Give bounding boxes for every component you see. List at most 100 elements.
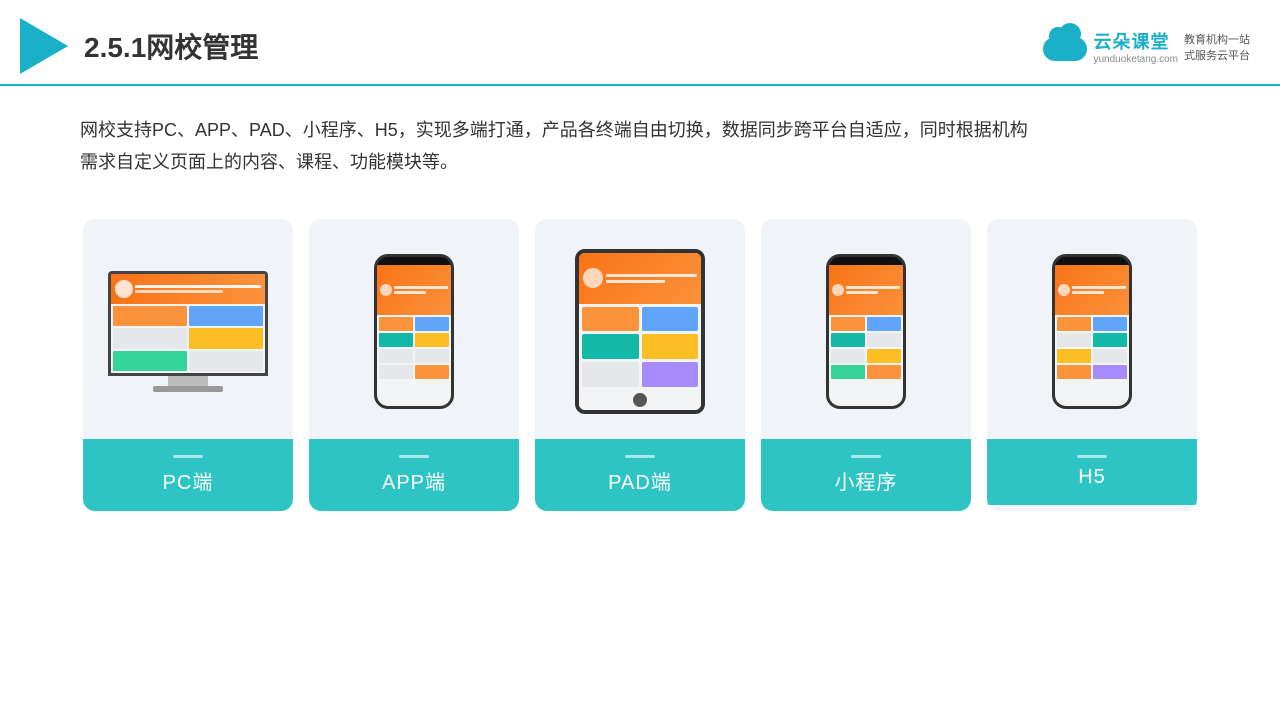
h5-tile1	[1057, 317, 1091, 331]
pad-card3	[582, 334, 639, 359]
card-pad-label: PAD端	[535, 439, 745, 511]
mini-phone-screen-body	[829, 315, 903, 381]
page-title: 2.5.1网校管理	[84, 26, 258, 66]
pad-card5	[582, 362, 639, 387]
app-header-icon	[380, 284, 392, 296]
h5-phone-notch	[1078, 257, 1106, 263]
card-app-label: APP端	[309, 439, 519, 511]
pad-card6	[642, 362, 699, 387]
pad-card1	[582, 307, 639, 332]
h5-row1	[1057, 317, 1127, 331]
h5-header-text	[1072, 286, 1126, 294]
app-phone-body	[374, 254, 454, 409]
header-left: 2.5.1网校管理	[20, 18, 258, 74]
mini-phone-mockup	[826, 254, 906, 409]
card-h5-image	[987, 219, 1197, 439]
app-phone-screen-header	[377, 265, 451, 314]
pc-screen-body	[111, 304, 265, 373]
pc-stand	[168, 376, 208, 386]
pad-card4	[642, 334, 699, 359]
pad-tablet-header	[579, 253, 701, 303]
card-pc-image	[83, 219, 293, 439]
pc-card4	[189, 328, 263, 348]
brand-logo: 云朵课堂 yunduoketang.com 教育机构一站式服务云平台	[1043, 28, 1250, 65]
pc-card3	[113, 328, 187, 348]
pc-screen-inner	[111, 274, 265, 373]
h5-text-line2	[1072, 291, 1104, 294]
mini-tile6	[867, 349, 901, 363]
pc-card5	[113, 351, 187, 371]
pc-header-text	[135, 285, 261, 293]
app-phone-notch	[400, 257, 428, 263]
h5-text-line1	[1072, 286, 1126, 289]
h5-tile4	[1093, 333, 1127, 347]
card-mini-label: 小程序	[761, 439, 971, 511]
app-row1	[379, 317, 449, 331]
app-tile7	[379, 365, 413, 379]
pad-text-line2	[606, 280, 665, 283]
app-tile5	[379, 349, 413, 363]
description-text: 网校支持PC、APP、PAD、小程序、H5，实现多端打通，产品各终端自由切换，数…	[0, 86, 1280, 189]
mini-phone-screen	[829, 265, 903, 406]
pad-header-text	[606, 274, 697, 283]
mini-header-icon	[832, 284, 844, 296]
pc-text-line2	[135, 290, 223, 293]
app-tile4	[415, 333, 449, 347]
pc-screen-header	[111, 274, 265, 304]
cloud-icon	[1043, 31, 1087, 61]
app-tile6	[415, 349, 449, 363]
app-row2	[379, 333, 449, 347]
pc-text-line	[135, 285, 261, 288]
app-text-line1	[394, 286, 448, 289]
pc-screen	[108, 271, 268, 376]
description-line2: 需求自定义页面上的内容、课程、功能模块等。	[80, 152, 458, 172]
h5-phone-screen	[1055, 265, 1129, 406]
pad-tablet-mockup	[575, 249, 705, 414]
mini-tile3	[831, 333, 865, 347]
mini-header-text	[846, 286, 900, 294]
app-text-line2	[394, 291, 426, 294]
h5-tile5	[1057, 349, 1091, 363]
pc-avatar	[115, 280, 133, 298]
card-pad: PAD端	[535, 219, 745, 511]
h5-tile6	[1093, 349, 1127, 363]
h5-tile3	[1057, 333, 1091, 347]
app-tile3	[379, 333, 413, 347]
brand-tagline: 教育机构一站式服务云平台	[1184, 31, 1250, 63]
description-line1: 网校支持PC、APP、PAD、小程序、H5，实现多端打通，产品各终端自由切换，数…	[80, 120, 1028, 140]
h5-phone-body	[1052, 254, 1132, 409]
header-right: 云朵课堂 yunduoketang.com 教育机构一站式服务云平台	[1043, 28, 1250, 65]
brand-url: yunduoketang.com	[1093, 54, 1178, 65]
mini-tile8	[867, 365, 901, 379]
h5-phone-screen-header	[1055, 265, 1129, 314]
mini-tile1	[831, 317, 865, 331]
pad-tablet-body	[575, 249, 705, 414]
mini-phone-notch	[852, 257, 880, 263]
cloud-shape	[1043, 37, 1087, 61]
pad-home-btn	[633, 393, 647, 407]
h5-phone-screen-body	[1055, 315, 1129, 381]
page-header: 2.5.1网校管理 云朵课堂 yunduoketang.com 教育机构一站式服…	[0, 0, 1280, 86]
mini-text-line2	[846, 291, 878, 294]
pc-card1	[113, 306, 187, 326]
card-app-image	[309, 219, 519, 439]
pad-header-icon	[583, 268, 603, 288]
logo-triangle-icon	[20, 18, 68, 74]
pad-card2	[642, 307, 699, 332]
h5-row2	[1057, 333, 1127, 347]
mini-text-line1	[846, 286, 900, 289]
app-phone-screen-body	[377, 315, 451, 381]
pad-text-line1	[606, 274, 697, 277]
mini-row2	[831, 333, 901, 347]
app-tile2	[415, 317, 449, 331]
app-tile1	[379, 317, 413, 331]
mini-row1	[831, 317, 901, 331]
pc-card6	[189, 351, 263, 371]
app-phone-mockup	[374, 254, 454, 409]
cards-container: PC端	[0, 189, 1280, 531]
h5-row3	[1057, 349, 1127, 363]
pc-base	[153, 386, 223, 392]
pc-mockup	[108, 271, 268, 392]
pc-card2	[189, 306, 263, 326]
card-pc-label: PC端	[83, 439, 293, 511]
